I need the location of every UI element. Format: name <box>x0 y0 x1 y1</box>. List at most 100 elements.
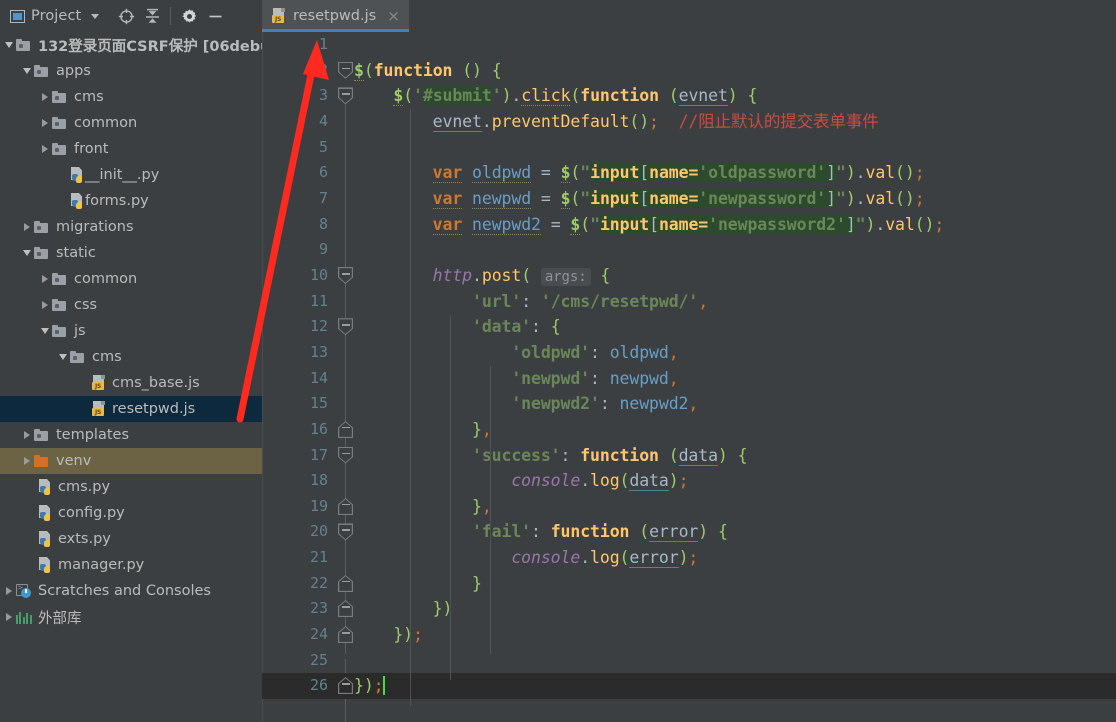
tab-resetpwd-js[interactable]: JS resetpwd.js × <box>262 0 409 32</box>
chevron-down-icon[interactable] <box>20 58 34 84</box>
line-content: var oldpwd = $("input[name='oldpassword'… <box>432 163 925 184</box>
line-number: 6 <box>318 163 328 182</box>
chevron-down-icon[interactable] <box>91 13 100 19</box>
tree-item-cms-base-js[interactable]: JS cms_base.js <box>0 370 262 396</box>
fold-marker[interactable] <box>338 575 353 592</box>
fold-marker[interactable] <box>338 677 353 694</box>
fold-marker[interactable] <box>338 600 353 617</box>
fold-marker[interactable] <box>338 523 353 541</box>
line-number: 8 <box>318 214 328 233</box>
line-number: 21 <box>309 548 328 567</box>
tree-item-migrations[interactable]: migrations <box>0 214 262 240</box>
fold-marker[interactable] <box>338 498 353 515</box>
editor-line: 4 evnet.preventDefault(); //阻止默认的提交表单事件 <box>262 109 1116 135</box>
line-content: }) <box>432 599 453 619</box>
settings-gear-icon[interactable] <box>176 3 202 29</box>
chevron-down-icon[interactable] <box>38 318 52 344</box>
editor-line: 25 <box>262 648 1116 674</box>
line-content: }); <box>354 676 385 696</box>
line-number: 5 <box>318 137 328 156</box>
tree-item-project-root[interactable]: 132登录页面CSRF保护 [06debu <box>0 32 262 58</box>
editor-line: 21 console.log(error); <box>262 545 1116 571</box>
tree-item-forms-py[interactable]: forms.py <box>0 188 262 214</box>
editor-line: 19 }, <box>262 494 1116 520</box>
chevron-right-icon[interactable] <box>38 136 52 162</box>
fold-marker[interactable] <box>338 61 353 79</box>
chevron-right-icon[interactable] <box>38 266 52 292</box>
close-icon[interactable]: × <box>387 8 400 24</box>
tree-item-venv[interactable]: venv <box>0 448 262 474</box>
tree-item-css[interactable]: css <box>0 292 262 318</box>
tree-item-scratches-and-consoles[interactable]: Scratches and Consoles <box>0 578 262 604</box>
editor-line: 2 $(function () { <box>262 58 1116 84</box>
tree-item-label: static <box>56 245 96 261</box>
py-file-icon <box>38 531 52 547</box>
fold-marker[interactable] <box>338 266 353 284</box>
chevron-right-icon[interactable] <box>20 422 34 448</box>
folder-icon <box>16 38 32 52</box>
editor-line: 11 'url': '/cms/resetpwd/', <box>262 289 1116 315</box>
chevron-right-icon[interactable] <box>38 110 52 136</box>
line-number: 22 <box>309 573 328 592</box>
tree-item-js[interactable]: js <box>0 318 262 344</box>
fold-marker[interactable] <box>338 421 353 438</box>
fold-marker[interactable] <box>338 626 353 643</box>
chevron-down-icon[interactable] <box>2 32 16 58</box>
chevron-down-icon[interactable] <box>56 344 70 370</box>
tree-item-label: templates <box>56 427 130 443</box>
editor-line: 10 http.post( args: { <box>262 263 1116 289</box>
top-toolbar: Project JS resetpwd.js × <box>0 0 1116 32</box>
tree-item-exts-py[interactable]: exts.py <box>0 526 262 552</box>
chevron-right-icon[interactable] <box>2 604 16 630</box>
tree-item-external-libraries[interactable]: 外部库 <box>0 604 262 630</box>
tree-item-js-cms[interactable]: cms <box>0 344 262 370</box>
tree-item-common[interactable]: common <box>0 110 262 136</box>
line-number: 17 <box>309 445 328 464</box>
tree-item-cms[interactable]: cms <box>0 84 262 110</box>
py-file-icon <box>70 167 84 183</box>
fold-marker[interactable] <box>338 87 353 105</box>
project-view-button[interactable]: Project <box>6 6 103 26</box>
tree-item-apps[interactable]: apps <box>0 58 262 84</box>
external-libraries-icon <box>16 610 32 624</box>
fold-marker[interactable] <box>338 318 353 336</box>
tree-item-config-py[interactable]: config.py <box>0 500 262 526</box>
line-content: 'url': '/cms/resetpwd/', <box>472 291 709 311</box>
tree-item-cms-py[interactable]: cms.py <box>0 474 262 500</box>
folder-icon <box>52 324 68 338</box>
tree-item-label: config.py <box>58 505 125 521</box>
line-number: 3 <box>318 86 328 105</box>
tree-item-manager-py[interactable]: manager.py <box>0 552 262 578</box>
tree-item-resetpwd-js[interactable]: JS resetpwd.js <box>0 396 262 422</box>
line-content: console.log(error); <box>511 548 699 569</box>
collapse-all-icon[interactable] <box>139 3 165 29</box>
chevron-right-icon[interactable] <box>38 84 52 110</box>
tree-item-static[interactable]: static <box>0 240 262 266</box>
chevron-down-icon[interactable] <box>20 240 34 266</box>
locate-icon[interactable] <box>113 3 139 29</box>
line-content: http.post( args: { <box>432 265 611 286</box>
tree-item-templates[interactable]: templates <box>0 422 262 448</box>
hide-panel-icon[interactable] <box>202 3 228 29</box>
project-toolbar: Project <box>0 0 262 32</box>
code-editor[interactable]: 1 2 $(function () { 3 $('#submit').click… <box>262 32 1116 722</box>
chevron-right-icon[interactable] <box>20 448 34 474</box>
folder-icon <box>52 272 68 286</box>
tree-item-label: manager.py <box>58 557 145 573</box>
line-number: 1 <box>318 35 328 53</box>
chevron-right-icon[interactable] <box>20 214 34 240</box>
tree-item-front[interactable]: front <box>0 136 262 162</box>
tree-item-label: 外部库 <box>38 610 82 627</box>
chevron-right-icon[interactable] <box>38 292 52 318</box>
tree-item-init-py[interactable]: __init__.py <box>0 162 262 188</box>
js-file-icon: JS <box>92 375 106 391</box>
tree-item-static-common[interactable]: common <box>0 266 262 292</box>
editor-line: 8 var newpwd2 = $("input[name='newpasswo… <box>262 212 1116 238</box>
fold-marker[interactable] <box>338 446 353 464</box>
line-content: 'fail': function (error) { <box>472 522 728 543</box>
chevron-right-icon[interactable] <box>2 578 16 604</box>
project-tree[interactable]: 132登录页面CSRF保护 [06debu apps cms common fr… <box>0 32 262 722</box>
editor-line: 3 $('#submit').click(function (evnet) { <box>262 83 1116 109</box>
py-file-icon <box>38 479 52 495</box>
tree-item-label: cms <box>92 349 122 365</box>
